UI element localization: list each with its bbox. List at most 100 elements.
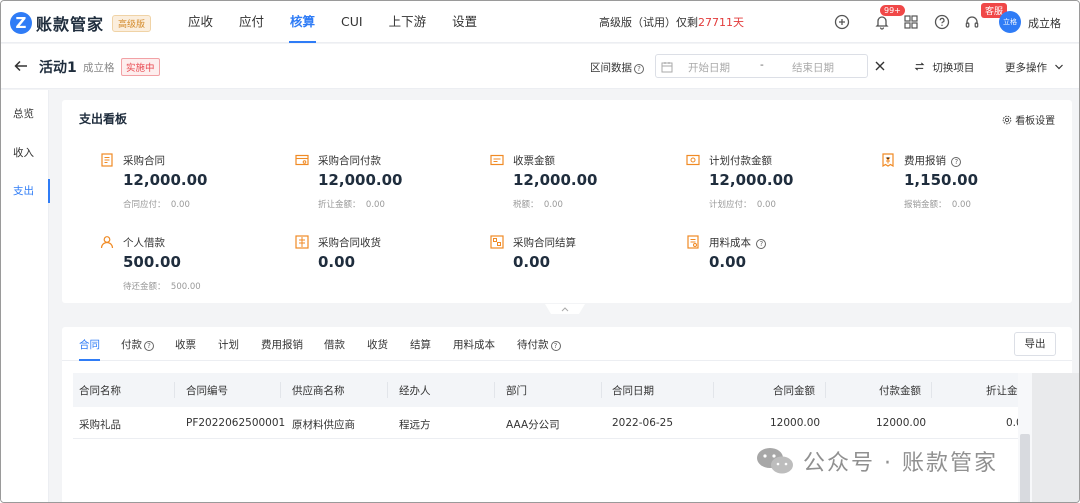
date-range-picker[interactable]: 开始日期 - 结束日期 [655,54,868,78]
question-icon[interactable]: ? [951,157,962,167]
metric-contract-receipt[interactable]: 采购合同收货 0.00 [295,235,485,305]
question-icon[interactable]: ? [144,341,154,351]
col-discount-amount[interactable]: 折让金额 [986,383,1020,398]
metric-sub-value: 0.00 [756,200,776,210]
metric-contract-payment[interactable]: 采购合同付款 12,000.00 折让金额： 0.00 [295,153,485,223]
metric-expense-reimbursement[interactable]: 费用报销 ? 1,150.00 报销金额： 0.00 [881,153,1071,223]
metric-label-text: 费用报销 [904,155,946,167]
board-settings-button[interactable]: 看板设置 [1002,112,1055,127]
outer-gutter [1032,373,1079,502]
metric-purchase-contract[interactable]: 采购合同 12,000.00 合同应付： 0.00 [100,153,290,223]
nav-receivable[interactable]: 应收 [188,1,213,43]
sidebar-item-expense[interactable]: 支出 [1,179,50,203]
tab-settlement[interactable]: 结算 [410,337,431,352]
sidebar-item-overview[interactable]: 总览 [1,102,49,126]
col-contract-date[interactable]: 合同日期 [612,383,654,398]
back-arrow-icon[interactable] [13,58,29,74]
tab-pending-payment[interactable]: 待付款? [517,337,561,352]
close-icon[interactable] [874,60,886,72]
expense-board: 支出看板 看板设置 采购合同 12,000.00 合同应付： 0.00 采购合同… [62,100,1072,303]
export-button[interactable]: 导出 [1014,332,1056,356]
help-icon[interactable] [934,14,950,30]
col-divider [713,382,714,398]
metric-sub-label: 待还金额： [123,282,166,292]
top-nav: Z 账款管家 高级版 应收 应付 核算 CUI 上下游 设置 高级版（试用）仅剩… [1,1,1079,43]
table-row[interactable]: 采购礼品 PF2022062500001 原材料供应商 程远方 AAA分公司 2… [73,407,1061,439]
tab-invoice[interactable]: 收票 [175,337,196,352]
trial-prefix: 高级版（试用）仅剩 [599,16,698,29]
metric-planned-payment[interactable]: 计划付款金额 12,000.00 计划应付： 0.00 [686,153,876,223]
nav-settings[interactable]: 设置 [452,1,477,43]
headset-icon[interactable] [964,14,980,30]
col-handler[interactable]: 经办人 [399,383,431,398]
metric-material-cost[interactable]: 用料成本 ? 0.00 [686,235,876,305]
question-icon[interactable]: ? [550,341,561,351]
metric-value: 12,000.00 [318,171,403,189]
tab-bar: 合同 付款? 收票 计划 费用报销 借款 收货 结算 用料成本 待付款? 导出 [62,327,1072,361]
project-header: 活动1 成立格 实施中 区间数据? 开始日期 - 结束日期 切换项目 更多操作 [1,44,1079,89]
metric-label: 采购合同 [123,155,165,167]
sidebar-item-income[interactable]: 收入 [1,141,49,165]
col-divider [387,382,388,398]
nav-payable[interactable]: 应付 [239,1,264,43]
tab-payment[interactable]: 付款? [121,337,154,352]
tab-loan[interactable]: 借款 [324,337,345,352]
tab-material-cost[interactable]: 用料成本 [453,337,495,352]
col-divider [280,382,281,398]
trial-days: 27711天 [698,16,744,29]
sidebar: 总览 收入 支出 [1,90,50,502]
bell-icon[interactable] [874,14,890,30]
nav-cui[interactable]: CUI [341,1,363,43]
main-nav: 应收 应付 核算 CUI 上下游 设置 [188,1,503,43]
metric-label-text: 用料成本 [709,237,751,249]
tab-plan[interactable]: 计划 [218,337,239,352]
vertical-scrollbar[interactable] [1020,434,1030,502]
col-divider [825,382,826,398]
col-department[interactable]: 部门 [506,383,527,398]
settle-icon [490,235,504,249]
metric-sub: 折让金额： 0.00 [318,198,385,210]
add-circle-icon[interactable] [834,14,850,30]
status-badge: 实施中 [121,58,160,76]
nav-supply-chain[interactable]: 上下游 [389,1,427,43]
metric-value: 12,000.00 [709,171,794,189]
col-contract-amount[interactable]: 合同金额 [773,383,815,398]
person-icon [100,236,114,249]
col-divider [174,382,175,398]
chevron-down-icon [1055,64,1064,70]
metric-label: 采购合同收货 [318,237,381,249]
apps-grid-icon[interactable] [903,14,919,30]
cell-contract-date: 2022-06-25 [612,417,674,429]
question-icon[interactable]: ? [634,64,644,74]
end-date-input[interactable]: 结束日期 [792,60,834,75]
switch-project-button[interactable]: 切换项目 [914,60,974,75]
metric-contract-settlement[interactable]: 采购合同结算 0.00 [490,235,680,305]
tab-pending-label: 待付款 [517,339,549,351]
start-date-input[interactable]: 开始日期 [688,60,730,75]
payment-icon [295,154,309,166]
col-paid-amount[interactable]: 付款金额 [879,383,921,398]
tab-reimbursement[interactable]: 费用报销 [261,337,303,352]
user-name[interactable]: 成立格 [1028,15,1061,31]
col-supplier[interactable]: 供应商名称 [292,383,345,398]
metric-label: 收票金额 [513,155,555,167]
tab-contract[interactable]: 合同 [79,337,100,361]
avatar[interactable]: 立格 [999,11,1021,33]
board-title: 支出看板 [79,112,128,126]
app-logo[interactable]: Z 账款管家 高级版 [10,11,152,35]
metric-label: 费用报销 ? [904,153,962,168]
question-icon[interactable]: ? [756,239,767,249]
col-contract-name[interactable]: 合同名称 [79,383,121,398]
cell-handler: 程远方 [399,419,431,431]
project-owner: 成立格 [83,62,115,74]
tab-receipt[interactable]: 收货 [367,337,388,352]
metric-invoice-amount[interactable]: 收票金额 12,000.00 税额： 0.00 [490,153,680,223]
collapse-chevron-icon[interactable] [545,304,585,314]
nav-accounting[interactable]: 核算 [289,1,317,43]
metric-sub: 税额： 0.00 [513,198,563,210]
metric-sub-label: 税额： [513,200,539,210]
more-actions-dropdown[interactable]: 更多操作 [1005,60,1064,75]
metric-personal-loan[interactable]: 个人借款 500.00 待还金额： 500.00 [100,235,290,305]
metric-sub-value: 0.00 [543,200,563,210]
col-contract-no[interactable]: 合同编号 [186,383,228,398]
